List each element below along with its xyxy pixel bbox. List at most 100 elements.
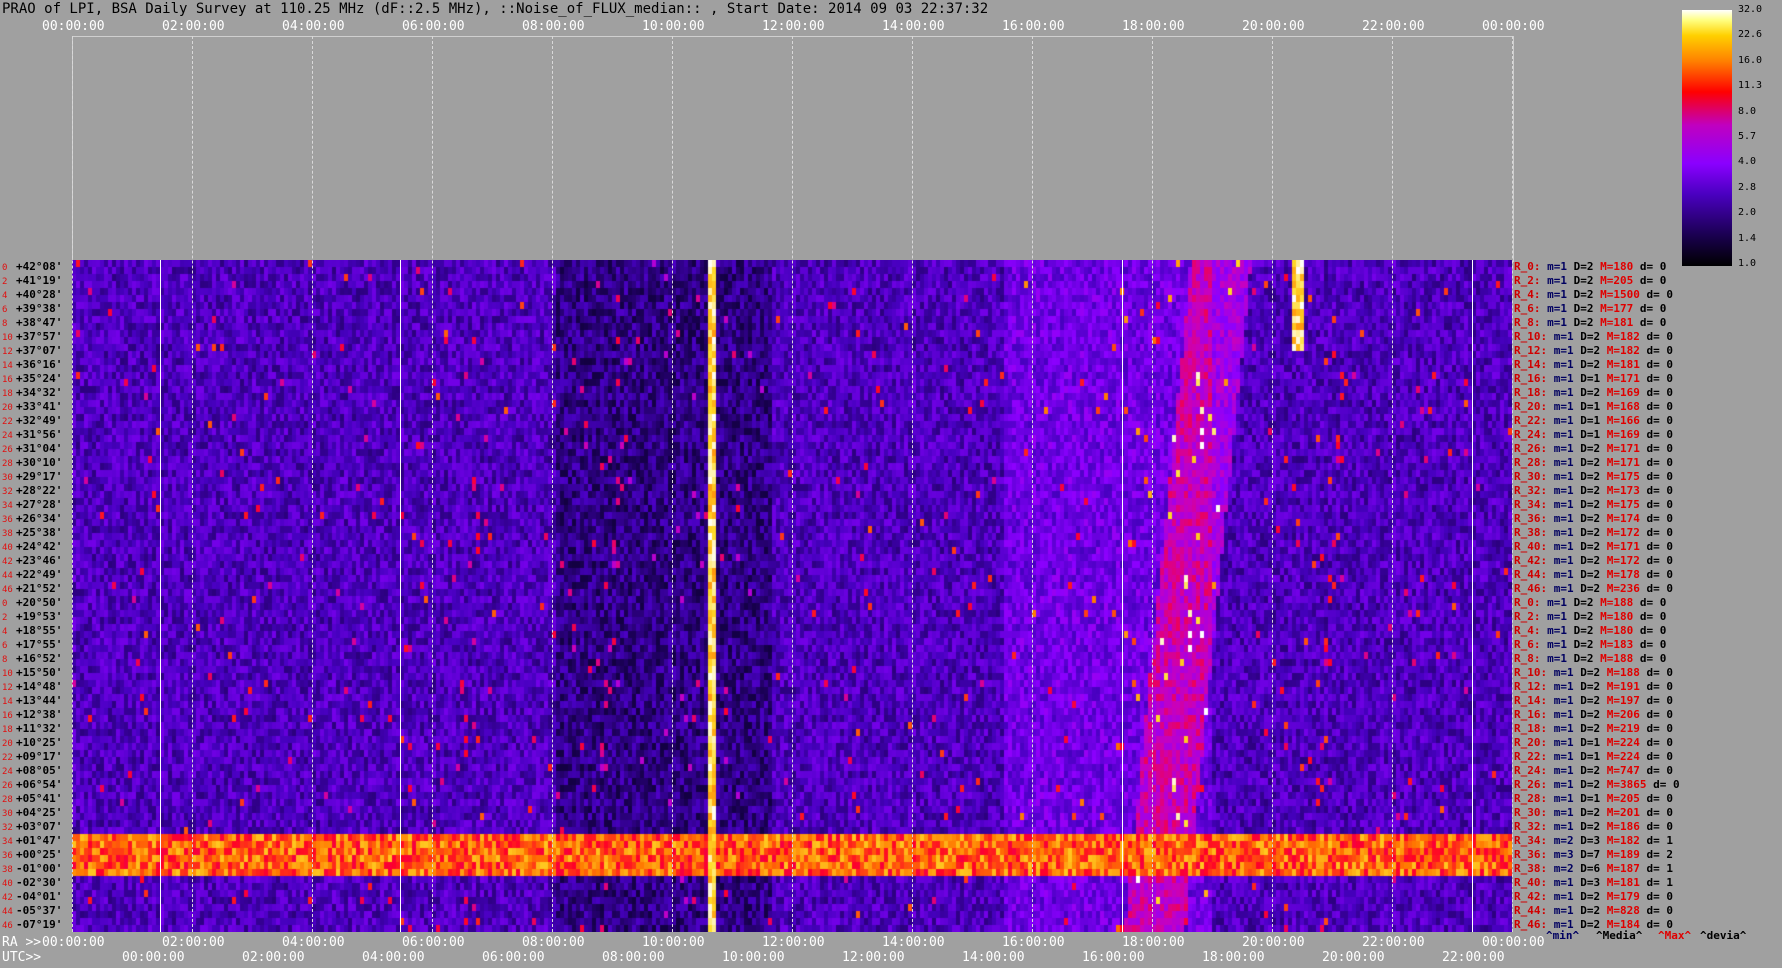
declination-index: 2 (2, 277, 8, 287)
declination-index: 44 (2, 571, 13, 581)
declination-index: 6 (2, 305, 8, 315)
ra-tick-label: 16:00:00 (1002, 935, 1065, 950)
row-min: m=1 (1547, 750, 1574, 763)
row-stat: R_0: m=1 D=2 M=188 d= 0 (1514, 596, 1666, 610)
row-min: m=1 (1547, 806, 1574, 819)
row-max: M=171 (1600, 442, 1640, 455)
ra-tick-label: 10:00:00 (642, 935, 705, 950)
row-deviation: d= 0 (1639, 498, 1673, 511)
top-tick-label: 02:00:00 (162, 19, 225, 34)
row-min: m=1 (1547, 442, 1574, 455)
row-deviation: d= 0 (1639, 708, 1673, 721)
row-deviation: d= 0 (1639, 540, 1673, 553)
ra-tick-label: 00:00:00 (42, 935, 105, 950)
declination-index: 36 (2, 851, 13, 861)
row-stat: R_46: m=1 D=2 M=184 d= 0 (1514, 918, 1673, 932)
declination-index: 38 (2, 865, 13, 875)
declination-index: 34 (2, 501, 13, 511)
declination-index: 20 (2, 403, 13, 413)
gridline (1122, 260, 1123, 932)
gridline (912, 36, 913, 932)
declination-index: 14 (2, 697, 13, 707)
row-stat: R_18: m=1 D=2 M=169 d= 0 (1514, 386, 1673, 400)
declination-value: -04°01' (16, 890, 63, 903)
declination-label: 24 +31°56' (2, 428, 62, 442)
declination-label: 28 +05°41' (2, 792, 62, 806)
row-median: D=2 (1567, 624, 1594, 637)
declination-value: +06°54' (16, 778, 63, 791)
declination-index: 0 (2, 599, 8, 609)
row-stat: R_8: m=1 D=2 M=188 d= 0 (1514, 652, 1666, 666)
row-min: m=1 (1540, 596, 1567, 609)
declination-value: +32°49' (16, 414, 63, 427)
row-median: D=2 (1573, 806, 1601, 819)
row-median: D=2 (1573, 498, 1601, 511)
colorbar-tick: 22.6 (1738, 29, 1763, 41)
row-stat: R_28: m=1 D=1 M=205 d= 0 (1514, 792, 1673, 806)
declination-label: 38 -01°00' (2, 862, 62, 876)
row-stat: R_26: m=1 D=2 M=171 d= 0 (1514, 442, 1673, 456)
row-median: D=2 (1567, 638, 1594, 651)
row-max: M=181 (1593, 316, 1634, 329)
row-min: m=1 (1547, 722, 1574, 735)
row-median: D=2 (1567, 596, 1594, 609)
declination-label: 36 +00°25' (2, 848, 62, 862)
row-deviation: d= 0 (1639, 582, 1673, 595)
row-deviation: d= 0 (1639, 358, 1673, 371)
legend-median: ^Media^ (1596, 929, 1643, 942)
row-min: m=1 (1540, 610, 1567, 623)
declination-value: +18°55' (16, 624, 63, 637)
row-stat: R_14: m=1 D=2 M=197 d= 0 (1514, 694, 1673, 708)
row-median: D=2 (1573, 330, 1601, 343)
row-stat: R_34: m=2 D=3 M=182 d= 1 (1514, 834, 1673, 848)
declination-value: +38°47' (16, 316, 63, 329)
declination-index: 6 (2, 641, 8, 651)
row-stat: R_12: m=1 D=2 M=191 d= 0 (1514, 680, 1673, 694)
declination-index: 4 (2, 627, 8, 637)
declination-value: +29°17' (16, 470, 63, 483)
row-stat: R_36: m=1 D=2 M=174 d= 0 (1514, 512, 1673, 526)
row-median: D=2 (1573, 764, 1601, 777)
declination-label: 30 +04°25' (2, 806, 62, 820)
row-max: M=1500 (1593, 288, 1640, 301)
row-median: D=2 (1573, 680, 1601, 693)
declination-label: 4 +18°55' (2, 624, 62, 638)
row-min: m=1 (1547, 568, 1574, 581)
row-id: R_34: (1514, 498, 1548, 511)
row-deviation: d= 0 (1639, 414, 1673, 427)
declination-index: 14 (2, 361, 13, 371)
declination-label: 10 +15°50' (2, 666, 62, 680)
row-id: R_32: (1514, 484, 1548, 497)
row-deviation: d= 0 (1639, 890, 1673, 903)
declination-value: +10°25' (16, 736, 63, 749)
declination-index: 4 (2, 291, 8, 301)
row-max: M=747 (1600, 764, 1640, 777)
row-max: M=219 (1600, 722, 1640, 735)
row-median: D=2 (1573, 512, 1601, 525)
row-median: D=1 (1573, 428, 1601, 441)
row-min: m=1 (1540, 624, 1567, 637)
row-median: D=1 (1573, 414, 1601, 427)
declination-value: +23°46' (16, 554, 63, 567)
row-stat: R_16: m=1 D=2 M=206 d= 0 (1514, 708, 1673, 722)
row-median: D=2 (1573, 358, 1601, 371)
declination-label: 18 +11°32' (2, 722, 62, 736)
utc-tick-label: 18:00:00 (1202, 950, 1265, 965)
gridline (1512, 36, 1513, 932)
row-min: m=2 (1547, 834, 1574, 847)
declination-value: +03°07' (16, 820, 63, 833)
row-id: R_22: (1514, 414, 1548, 427)
row-stat: R_22: m=1 D=1 M=166 d= 0 (1514, 414, 1673, 428)
row-stat: R_20: m=1 D=1 M=168 d= 0 (1514, 400, 1673, 414)
row-median: D=2 (1567, 316, 1594, 329)
row-stat: R_36: m=3 D=7 M=189 d= 2 (1514, 848, 1673, 862)
row-median: D=2 (1573, 820, 1601, 833)
row-max: M=174 (1600, 512, 1640, 525)
row-max: M=180 (1593, 260, 1634, 273)
row-median: D=1 (1573, 750, 1601, 763)
gridline (400, 260, 401, 932)
ra-tick-label: 18:00:00 (1122, 935, 1185, 950)
top-tick-label: 06:00:00 (402, 19, 465, 34)
row-max: M=182 (1600, 834, 1640, 847)
declination-label: 38 +25°38' (2, 526, 62, 540)
